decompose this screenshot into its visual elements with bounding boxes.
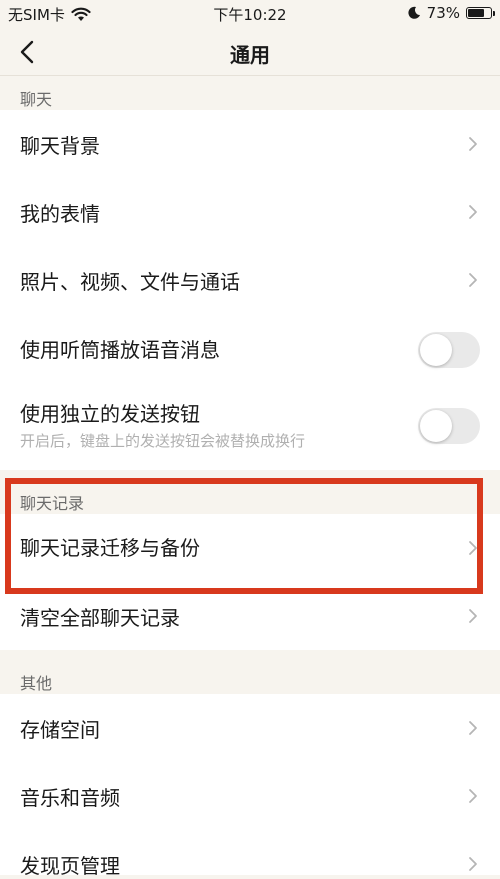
battery-cap — [493, 11, 495, 16]
item-label: 音乐和音频 — [20, 786, 120, 810]
settings-item-discover-management[interactable]: 发现页管理 — [0, 830, 500, 878]
settings-item-chat-migration-backup[interactable]: 聊天记录迁移与备份 — [0, 514, 500, 582]
item-label: 存储空间 — [20, 718, 100, 742]
chevron-right-icon — [469, 137, 477, 151]
item-label: 聊天记录迁移与备份 — [20, 536, 200, 560]
chevron-right-icon — [469, 857, 477, 871]
item-sublabel: 开启后，键盘上的发送按钮会被替换成换行 — [20, 432, 306, 450]
settings-item-send-button: 使用独立的发送按钮 开启后，键盘上的发送按钮会被替换成换行 — [0, 382, 500, 470]
page-title: 通用 — [230, 43, 270, 67]
settings-item-my-stickers[interactable]: 我的表情 — [0, 178, 500, 246]
nav-bar: 通用 — [0, 28, 500, 76]
chevron-right-icon — [469, 789, 477, 803]
item-label: 使用独立的发送按钮 — [20, 402, 200, 426]
settings-item-earpiece-voice: 使用听筒播放语音消息 — [0, 314, 500, 382]
chevron-right-icon — [469, 205, 477, 219]
section-header-other: 其他 — [20, 674, 53, 693]
earpiece-toggle[interactable] — [418, 332, 480, 368]
item-label: 使用听筒播放语音消息 — [20, 338, 220, 362]
status-right: 73% — [407, 4, 495, 22]
settings-item-media-files-calls[interactable]: 照片、视频、文件与通话 — [0, 246, 500, 314]
item-label: 我的表情 — [20, 202, 100, 226]
chevron-right-icon — [469, 541, 477, 555]
toggle-knob — [420, 334, 452, 366]
chevron-right-icon — [469, 273, 477, 287]
item-label: 清空全部聊天记录 — [20, 606, 180, 630]
settings-item-storage[interactable]: 存储空间 — [0, 694, 500, 762]
chevron-right-icon — [469, 721, 477, 735]
item-label: 聊天背景 — [20, 134, 100, 158]
settings-item-clear-all-chats[interactable]: 清空全部聊天记录 — [0, 582, 500, 650]
battery-fill — [468, 9, 484, 17]
toggle-knob — [420, 410, 452, 442]
item-label: 照片、视频、文件与通话 — [20, 270, 240, 294]
battery-icon — [466, 7, 495, 19]
chevron-right-icon — [469, 609, 477, 623]
settings-item-chat-background[interactable]: 聊天背景 — [0, 110, 500, 178]
status-bar: 无SIM卡 下午10:22 73% — [0, 0, 500, 28]
battery-percent: 73% — [426, 4, 460, 22]
send-button-toggle[interactable] — [418, 408, 480, 444]
section-header-history: 聊天记录 — [20, 494, 85, 513]
section-header-chat: 聊天 — [20, 90, 53, 109]
moon-icon — [408, 6, 420, 19]
settings-item-music-audio[interactable]: 音乐和音频 — [0, 762, 500, 830]
